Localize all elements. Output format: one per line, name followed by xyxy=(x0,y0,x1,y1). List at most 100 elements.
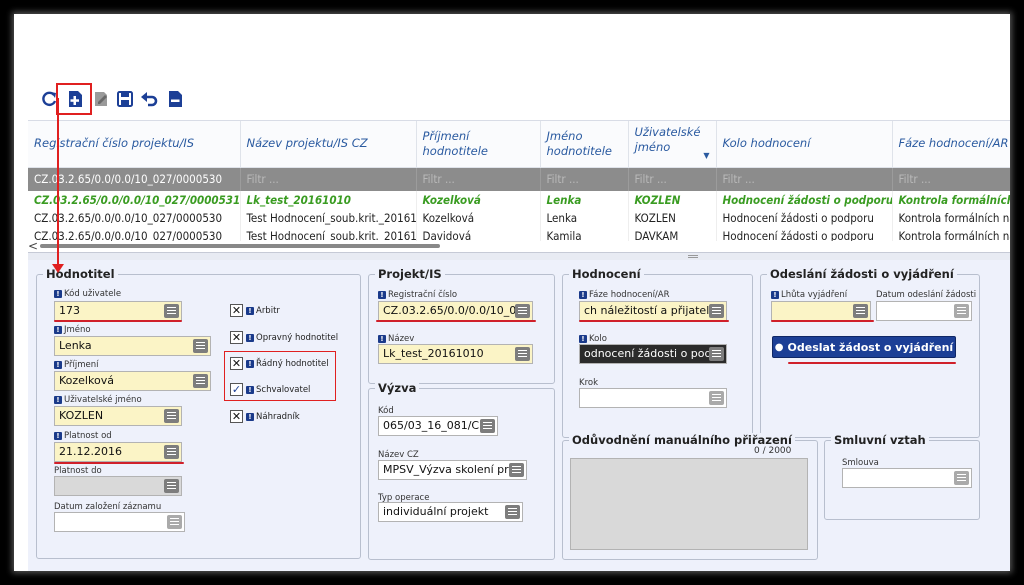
send-request-button[interactable]: ● Odeslat žádost o vyjádření xyxy=(772,336,956,358)
datum-zalozeni-field[interactable] xyxy=(54,512,185,532)
required-icon: ! xyxy=(54,289,62,298)
annotation-arrow xyxy=(57,98,59,268)
lookup-icon[interactable] xyxy=(515,304,530,318)
uzivatelske-label: ! Uživatelské jméno xyxy=(54,395,142,405)
filter-input[interactable]: Filtr ... xyxy=(540,167,629,191)
table-cell: KOZLEN xyxy=(628,209,717,227)
filter-input[interactable]: Filtr ... xyxy=(628,167,717,191)
red-underline xyxy=(54,320,182,322)
filter-input[interactable]: Filtr ... xyxy=(716,167,893,191)
column-header[interactable]: Registrační číslo projektu/IS xyxy=(28,121,241,168)
role-highlight-box xyxy=(224,351,336,401)
vyzva-nazev-field[interactable]: MPSV_Výzva skolení pro M. xyxy=(378,460,527,480)
scroll-left-icon[interactable]: < xyxy=(28,239,38,253)
filter-cell[interactable]: CZ.03.2.65/0.0/0.0/10_027/0000530 xyxy=(28,167,241,191)
vyzva-kod-field[interactable]: 065/03_16_081/CLLI xyxy=(378,416,498,436)
lookup-icon[interactable] xyxy=(164,304,179,318)
panel-title: Odeslání žádosti o vyjádření xyxy=(767,267,957,281)
splitter-grip-icon[interactable] xyxy=(688,255,698,258)
prijmeni-label: ! Příjmení xyxy=(54,360,98,370)
lookup-icon[interactable] xyxy=(505,505,520,519)
required-icon: ! xyxy=(246,412,254,421)
column-header[interactable]: Fáze hodnocení/AR xyxy=(892,121,1010,168)
edit-icon[interactable] xyxy=(92,90,110,108)
lhuta-label: ! Lhůta vyjádření xyxy=(771,290,847,300)
lookup-icon[interactable] xyxy=(164,409,179,423)
lookup-icon[interactable] xyxy=(954,471,969,485)
platnost-od-field[interactable]: 21.12.2016 xyxy=(54,442,182,462)
column-header[interactable]: Příjmení hodnotitele xyxy=(416,121,541,168)
jmeno-field[interactable]: Lenka xyxy=(54,336,211,356)
lookup-icon[interactable] xyxy=(515,347,530,361)
column-header[interactable]: Jméno hodnotitele xyxy=(540,121,629,168)
platnost-do-field[interactable] xyxy=(54,476,182,496)
lookup-icon[interactable] xyxy=(709,391,724,405)
lhuta-vyjadreni-field[interactable] xyxy=(771,301,871,321)
filter-input[interactable]: Filtr ... xyxy=(416,167,541,191)
calendar-icon[interactable] xyxy=(164,479,179,493)
lookup-icon[interactable] xyxy=(480,419,495,433)
table-row[interactable]: CZ.03.2.65/0.0/0.0/10_027/0000530 Test H… xyxy=(28,209,1010,227)
prijmeni-field[interactable]: Kozelková xyxy=(54,371,211,391)
table-cell: Lk_test_20161010 xyxy=(240,191,417,209)
krok-field[interactable] xyxy=(579,388,727,408)
required-icon: ! xyxy=(378,290,386,299)
column-header[interactable]: Kolo hodnocení xyxy=(716,121,893,168)
calendar-icon[interactable] xyxy=(954,304,969,318)
undo-icon[interactable] xyxy=(140,90,158,108)
calendar-icon[interactable] xyxy=(167,515,182,529)
reg-cislo-label: ! Registrační číslo xyxy=(378,290,457,300)
lookup-icon[interactable] xyxy=(509,463,524,477)
filter-input[interactable]: Filtr ... xyxy=(892,167,1010,191)
smlouva-field[interactable] xyxy=(842,468,972,488)
red-underline xyxy=(54,462,184,464)
required-icon: ! xyxy=(54,431,62,440)
column-header[interactable]: Uživatelské jméno ▼ xyxy=(628,121,717,168)
kod-uzivatele-field[interactable]: 173 xyxy=(54,301,182,321)
scroll-thumb[interactable] xyxy=(40,244,440,248)
column-header[interactable]: Název projektu/IS CZ xyxy=(240,121,417,168)
toolbar xyxy=(28,74,1010,120)
uzivatelske-jmeno-field[interactable]: KOZLEN xyxy=(54,406,182,426)
calendar-icon[interactable] xyxy=(853,304,868,318)
char-counter: 0 / 2000 xyxy=(754,446,792,456)
kolo-field[interactable]: odnocení žádosti o podporu xyxy=(579,344,727,364)
calendar-icon[interactable] xyxy=(164,445,179,459)
grid-header: Registrační číslo projektu/IS Název proj… xyxy=(28,121,1010,168)
lookup-icon[interactable] xyxy=(709,347,724,361)
table-cell: Lenka xyxy=(540,209,629,227)
panel-title: Smluvní vztah xyxy=(831,433,929,447)
new-record-highlight xyxy=(56,83,92,115)
save-icon[interactable] xyxy=(116,90,134,108)
datum-odeslani-field[interactable] xyxy=(876,301,972,321)
lookup-icon[interactable] xyxy=(709,304,724,318)
checkbox-arbitr[interactable]: ✕ xyxy=(230,304,243,317)
horizontal-scrollbar[interactable]: < xyxy=(28,239,1010,253)
checkbox-opravny[interactable]: ✕ xyxy=(230,331,243,344)
reg-cislo-field[interactable]: CZ.03.2.65/0.0/0.0/10_027/( xyxy=(378,301,533,321)
lookup-icon[interactable] xyxy=(193,374,208,388)
red-underline xyxy=(771,320,874,322)
platnost-od-label: ! Platnost od xyxy=(54,431,112,441)
checkbox-nahradnik[interactable]: ✕ xyxy=(230,410,243,423)
oduvodneni-textarea[interactable] xyxy=(570,458,808,550)
panel-title: Hodnocení xyxy=(569,267,644,281)
required-icon: ! xyxy=(54,395,62,404)
filter-input[interactable]: Filtr ... xyxy=(240,167,417,191)
table-row-selected[interactable]: CZ.03.2.65/0.0/0.0/10_027/0000531 Lk_tes… xyxy=(28,191,1010,209)
panel-title: Výzva xyxy=(375,381,420,395)
required-icon: ! xyxy=(54,325,62,334)
nazev-projektu-field[interactable]: Lk_test_20161010 xyxy=(378,344,533,364)
delete-record-icon[interactable] xyxy=(166,90,184,108)
typ-operace-field[interactable]: individuální projekt xyxy=(378,502,523,522)
lookup-icon[interactable] xyxy=(193,339,208,353)
table-cell: CZ.03.2.65/0.0/0.0/10_027/0000531 xyxy=(28,191,241,209)
red-underline xyxy=(788,362,956,364)
checkbox-label: ! Náhradník xyxy=(246,412,300,422)
datum-odeslani-label: Datum odeslání žádosti xyxy=(876,290,977,300)
panel-splitter[interactable] xyxy=(28,252,1010,260)
faze-label: ! Fáze hodnocení/AR xyxy=(579,290,670,300)
nazev-label: ! Název xyxy=(378,334,414,344)
required-icon: ! xyxy=(246,306,254,315)
faze-hodnoceni-field[interactable]: ch náležitostí a přijatelnosti xyxy=(579,301,727,321)
